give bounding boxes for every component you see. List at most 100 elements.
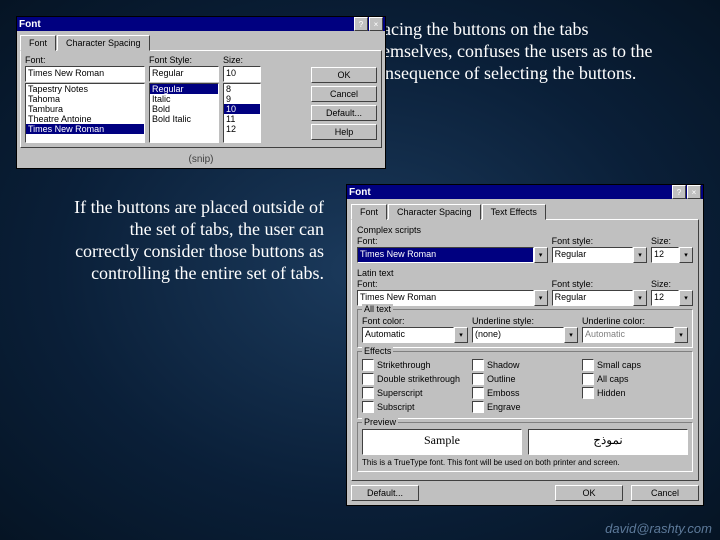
checkbox-icon[interactable] <box>362 359 374 371</box>
caption-right: Placing the buttons on the tabs themselv… <box>368 18 658 84</box>
list-item[interactable]: 8 <box>224 84 260 94</box>
complex-scripts-label: Complex scripts <box>357 225 693 235</box>
close-icon[interactable]: × <box>687 185 701 199</box>
font-list[interactable]: Tapestry Notes Tahoma Tambura Theatre An… <box>25 83 145 143</box>
tab-bar: Font Character Spacing <box>20 34 382 50</box>
chevron-down-icon[interactable]: ▾ <box>633 247 647 263</box>
chk-dblstrike[interactable]: Double strikethrough <box>362 373 468 385</box>
ucolor-combo[interactable]: Automatic▾ <box>582 327 688 343</box>
tab-font[interactable]: Font <box>20 35 56 51</box>
close-icon[interactable]: × <box>369 17 383 31</box>
chevron-down-icon[interactable]: ▾ <box>679 247 693 263</box>
label-style: Font Style: <box>149 55 219 65</box>
help-button[interactable]: Help <box>311 124 377 140</box>
size-combo[interactable]: 12▾ <box>651 247 693 263</box>
tab-font[interactable]: Font <box>351 204 387 220</box>
label-style: Font style: <box>552 236 647 246</box>
default-button[interactable]: Default... <box>351 485 419 501</box>
chk-super[interactable]: Superscript <box>362 387 468 399</box>
style-input[interactable]: Regular <box>149 66 219 82</box>
list-item[interactable]: Regular <box>150 84 218 94</box>
chk-smallcaps[interactable]: Small caps <box>582 359 688 371</box>
latin-style-input[interactable]: Regular <box>552 290 633 306</box>
list-item[interactable]: Times New Roman <box>26 124 144 134</box>
checkbox-icon[interactable] <box>472 359 484 371</box>
chevron-down-icon[interactable]: ▾ <box>633 290 647 306</box>
list-item[interactable]: Theatre Antoine <box>26 114 144 124</box>
effects-label: Effects <box>362 346 393 356</box>
font-input[interactable]: Times New Roman <box>357 247 534 263</box>
list-item[interactable]: Tahoma <box>26 94 144 104</box>
checkbox-icon[interactable] <box>472 373 484 385</box>
preview-left: Sample <box>362 429 522 455</box>
cancel-button[interactable]: Cancel <box>311 86 377 102</box>
help-icon[interactable]: ? <box>672 185 686 199</box>
chevron-down-icon[interactable]: ▾ <box>534 247 548 263</box>
checkbox-icon[interactable] <box>362 387 374 399</box>
list-item[interactable]: Italic <box>150 94 218 104</box>
size-list[interactable]: 8 9 10 11 12 <box>223 83 261 143</box>
list-item[interactable]: Bold Italic <box>150 114 218 124</box>
list-item[interactable]: 10 <box>224 104 260 114</box>
ok-button[interactable]: OK <box>555 485 623 501</box>
ok-button[interactable]: OK <box>311 67 377 83</box>
preview-label: Preview <box>362 417 398 427</box>
chk-emboss[interactable]: Emboss <box>472 387 578 399</box>
effects-group: Effects Strikethrough Double strikethrou… <box>357 351 693 419</box>
default-button[interactable]: Default... <box>311 105 377 121</box>
list-item[interactable]: Bold <box>150 104 218 114</box>
chk-engrave[interactable]: Engrave <box>472 401 578 413</box>
chk-allcaps[interactable]: All caps <box>582 373 688 385</box>
checkbox-icon[interactable] <box>362 401 374 413</box>
underline-combo[interactable]: (none)▾ <box>472 327 578 343</box>
checkbox-icon[interactable] <box>582 373 594 385</box>
color-input[interactable]: Automatic <box>362 327 454 343</box>
checkbox-icon[interactable] <box>472 387 484 399</box>
style-list[interactable]: Regular Italic Bold Bold Italic <box>149 83 219 143</box>
checkbox-icon[interactable] <box>582 359 594 371</box>
font-input[interactable]: Times New Roman <box>25 66 145 82</box>
chevron-down-icon[interactable]: ▾ <box>564 327 578 343</box>
size-input[interactable]: 10 <box>223 66 261 82</box>
font-dialog-good: Font ? × Font Character Spacing Text Eff… <box>346 184 704 506</box>
tab-char-spacing[interactable]: Character Spacing <box>388 204 481 220</box>
font-combo[interactable]: Times New Roman▾ <box>357 247 548 263</box>
label-font: Font: <box>357 236 548 246</box>
checkbox-icon[interactable] <box>472 401 484 413</box>
latin-style-combo[interactable]: Regular▾ <box>552 290 647 306</box>
chk-sub[interactable]: Subscript <box>362 401 468 413</box>
alltext-label: All text <box>362 304 393 314</box>
list-item[interactable]: 12 <box>224 124 260 134</box>
caption-left: If the buttons are placed outside of the… <box>66 196 324 284</box>
window-title: Font <box>349 187 671 198</box>
chk-hidden[interactable]: Hidden <box>582 387 688 399</box>
underline-input[interactable]: (none) <box>472 327 564 343</box>
style-input[interactable]: Regular <box>552 247 633 263</box>
chevron-down-icon[interactable]: ▾ <box>534 290 548 306</box>
list-item[interactable]: Tapestry Notes <box>26 84 144 94</box>
cancel-button[interactable]: Cancel <box>631 485 699 501</box>
chk-outline[interactable]: Outline <box>472 373 578 385</box>
list-item[interactable]: 11 <box>224 114 260 124</box>
latin-size-combo[interactable]: 12▾ <box>651 290 693 306</box>
chk-strike[interactable]: Strikethrough <box>362 359 468 371</box>
size-input[interactable]: 12 <box>651 247 679 263</box>
chevron-down-icon[interactable]: ▾ <box>454 327 468 343</box>
color-combo[interactable]: Automatic▾ <box>362 327 468 343</box>
style-combo[interactable]: Regular▾ <box>552 247 647 263</box>
label-style: Font style: <box>552 279 647 289</box>
list-item[interactable]: 9 <box>224 94 260 104</box>
list-item[interactable]: Tambura <box>26 104 144 114</box>
checkbox-icon[interactable] <box>582 387 594 399</box>
snip-text: (snip) <box>17 151 385 168</box>
chevron-down-icon[interactable]: ▾ <box>679 290 693 306</box>
chk-shadow[interactable]: Shadow <box>472 359 578 371</box>
latin-size-input[interactable]: 12 <box>651 290 679 306</box>
help-icon[interactable]: ? <box>354 17 368 31</box>
footer-credit: david@rashty.com <box>605 521 712 536</box>
tab-panel: Complex scripts Font: Times New Roman▾ F… <box>351 219 699 481</box>
tab-text-effects[interactable]: Text Effects <box>482 204 546 220</box>
truetype-hint: This is a TrueType font. This font will … <box>362 458 688 467</box>
tab-char-spacing[interactable]: Character Spacing <box>57 35 150 51</box>
checkbox-icon[interactable] <box>362 373 374 385</box>
